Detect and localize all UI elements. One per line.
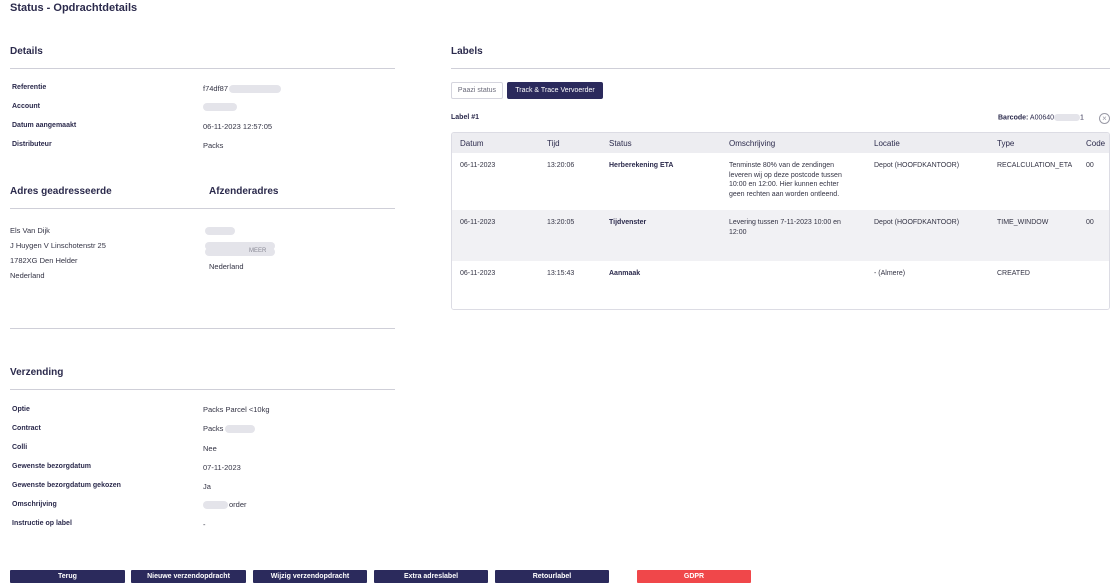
cell-code: 00 [1086, 162, 1094, 169]
distributeur-value: Packs [203, 141, 224, 150]
shipping-title: Verzending [10, 367, 64, 378]
cell-tijd: 13:20:06 [547, 162, 575, 169]
addressee-city: 1782XG Den Helder [10, 256, 78, 265]
edit-order-button[interactable]: Wijzig verzendopdracht [253, 570, 367, 583]
barcode-suffix: 1 [1080, 114, 1084, 122]
addressee-street: J Huygen V Linschotenstr 25 [10, 241, 106, 250]
col-code: Code [1086, 139, 1106, 148]
labels-divider [451, 68, 1110, 69]
barcode-value: A00640 [1029, 114, 1055, 122]
optie-label: Optie [12, 406, 30, 413]
cell-datum: 06-11-2023 [460, 162, 496, 169]
cell-status: Herberekening ETA [609, 162, 674, 169]
addressee-title: Adres geadresseerde [10, 186, 112, 197]
sender-partial: MEER [249, 248, 267, 254]
cell-status: Aanmaak [609, 270, 641, 277]
addressee-block: Els Van Dijk J Huygen V Linschotenstr 25… [10, 226, 106, 286]
cell-type: CREATED [997, 270, 1030, 277]
contract-label: Contract [12, 425, 41, 432]
tab-paazi-status[interactable]: Paazi status [451, 82, 503, 99]
sender-block: MEER Nederland [205, 226, 285, 271]
cell-locatie: Depot (HOOFDKANTOOR) [874, 219, 960, 226]
section-divider [10, 328, 395, 329]
addressee-country: Nederland [10, 271, 45, 280]
account-label: Account [12, 103, 40, 110]
table-row: 06-11-2023 13:20:05 Tijdvenster Levering… [452, 210, 1109, 261]
cell-type: RECALCULATION_ETA [997, 162, 1073, 169]
details-title: Details [10, 46, 43, 57]
tab-track-trace[interactable]: Track & Trace Vervoerder [507, 82, 603, 99]
sender-country: Nederland [209, 262, 244, 271]
cell-status: Tijdvenster [609, 219, 647, 226]
col-type: Type [997, 139, 1015, 148]
omschrijving-value: order [203, 500, 247, 510]
extra-label-button[interactable]: Extra adreslabel [374, 570, 488, 583]
table-row: 06-11-2023 13:20:06 Herberekening ETA Te… [452, 153, 1109, 210]
sender-title: Afzenderadres [209, 186, 279, 197]
col-omschrijving: Omschrijving [729, 139, 776, 148]
referentie-label: Referentie [12, 84, 47, 91]
bezorgdatum-gekozen-value: Ja [203, 482, 211, 491]
contract-value: Packs [203, 424, 256, 434]
page-title: Status - Opdrachtdetails [10, 2, 138, 14]
col-datum: Datum [460, 139, 484, 148]
table-header: Datum Tijd Status Omschrijving Locatie T… [452, 133, 1109, 153]
return-label-button[interactable]: Retourlabel [495, 570, 609, 583]
col-tijd: Tijd [547, 139, 560, 148]
address-divider [10, 208, 395, 209]
cell-locatie: Depot (HOOFDKANTOOR) [874, 162, 960, 169]
referentie-value: f74df87 [203, 84, 282, 94]
account-value [203, 102, 237, 112]
table-row: 06-11-2023 13:15:43 Aanmaak - (Almere) C… [452, 261, 1109, 309]
gewenste-bezorgdatum-value: 07-11-2023 [203, 463, 241, 472]
details-divider [10, 68, 395, 69]
optie-value: Packs Parcel <10kg [203, 405, 270, 414]
back-button[interactable]: Terug [10, 570, 125, 583]
cell-tijd: 13:20:05 [547, 219, 575, 226]
cell-locatie: - (Almere) [874, 270, 906, 277]
col-locatie: Locatie [874, 139, 900, 148]
datum-aangemaakt-label: Datum aangemaakt [12, 122, 77, 129]
labels-title: Labels [451, 46, 483, 57]
cell-omschrijving: Levering tussen 7-11-2023 10:00 en 12:00 [729, 219, 841, 236]
cell-type: TIME_WINDOW [997, 219, 1049, 226]
cell-tijd: 13:15:43 [547, 270, 575, 277]
tracking-table: Datum Tijd Status Omschrijving Locatie T… [451, 132, 1110, 310]
bezorgdatum-gekozen-label: Gewenste bezorgdatum gekozen [12, 482, 121, 489]
colli-value: Nee [203, 444, 217, 453]
cell-datum: 06-11-2023 [460, 219, 496, 226]
new-order-button[interactable]: Nieuwe verzendopdracht [131, 570, 246, 583]
cell-datum: 06-11-2023 [460, 270, 496, 277]
colli-label: Colli [12, 444, 28, 451]
instructie-label: Instructie op label [12, 520, 72, 527]
datum-aangemaakt-value: 06-11-2023 12:57:05 [203, 122, 273, 131]
addressee-name: Els Van Dijk [10, 226, 50, 235]
distributeur-label: Distributeur [12, 141, 52, 148]
cell-omschrijving: Tenminste 80% van de zendingen leveren w… [729, 162, 842, 198]
omschrijving-label: Omschrijving [12, 501, 57, 508]
label-name: Label #1 [451, 114, 480, 121]
instructie-value: - [203, 520, 206, 529]
col-status: Status [609, 139, 632, 148]
barcode: Barcode: A00640 1 [998, 114, 1084, 121]
barcode-label: Barcode: [998, 114, 1029, 122]
gdpr-button[interactable]: GDPR [637, 570, 751, 583]
gewenste-bezorgdatum-label: Gewenste bezorgdatum [12, 463, 91, 470]
cell-code: 00 [1086, 219, 1094, 226]
shipping-divider [10, 389, 395, 390]
close-icon[interactable]: × [1099, 113, 1110, 124]
